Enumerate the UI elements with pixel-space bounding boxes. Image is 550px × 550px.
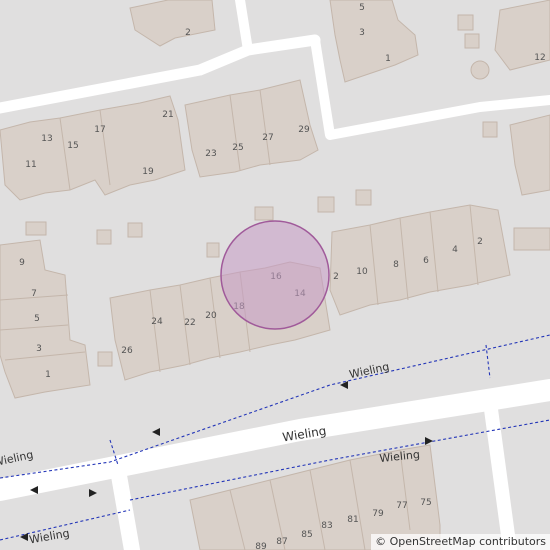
house-number: 81: [347, 515, 358, 525]
house-number: 9: [19, 258, 25, 268]
house-number: 89: [255, 542, 267, 550]
house-number: 87: [276, 537, 287, 547]
house-number: 79: [372, 509, 384, 519]
house-number: 83: [321, 521, 332, 531]
house-number: 5: [359, 3, 365, 13]
house-number: 4: [452, 245, 458, 255]
map-attribution: © OpenStreetMap contributors: [371, 534, 550, 550]
house-number: 27: [262, 133, 273, 143]
house-number: 22: [184, 318, 195, 328]
house-number: 25: [232, 143, 243, 153]
house-number: 85: [301, 530, 312, 540]
house-number: 8: [393, 260, 399, 270]
house-number: 13: [41, 134, 52, 144]
osm-attribution-link[interactable]: OpenStreetMap contributors: [390, 535, 546, 548]
house-number: 7: [31, 289, 37, 299]
house-number: 2: [333, 272, 339, 282]
house-number: 2: [477, 237, 483, 247]
house-number: 5: [34, 314, 40, 324]
house-number: 10: [356, 267, 368, 277]
house-number: 1: [385, 54, 391, 64]
house-number: 15: [67, 141, 78, 151]
house-number: 6: [423, 256, 429, 266]
house-number: 11: [25, 160, 36, 170]
house-number: 20: [205, 311, 217, 321]
house-number: 2: [185, 28, 191, 38]
house-number: 3: [359, 28, 365, 38]
house-number: 1: [45, 370, 51, 380]
house-number: 75: [420, 498, 431, 508]
copyright-symbol: ©: [375, 535, 387, 548]
house-number: 77: [396, 501, 407, 511]
house-number: 29: [298, 125, 310, 135]
house-number: 24: [151, 317, 163, 327]
house-number: 19: [142, 167, 154, 177]
house-number: 21: [162, 110, 173, 120]
house-number: 17: [94, 125, 105, 135]
house-number: 23: [205, 149, 216, 159]
house-number: 26: [121, 346, 133, 356]
location-marker[interactable]: [220, 220, 330, 330]
map-canvas[interactable]: Wieling Wieling Wieling Wieling Wieling …: [0, 0, 550, 550]
house-number: 12: [534, 53, 545, 63]
house-number: 3: [36, 344, 42, 354]
